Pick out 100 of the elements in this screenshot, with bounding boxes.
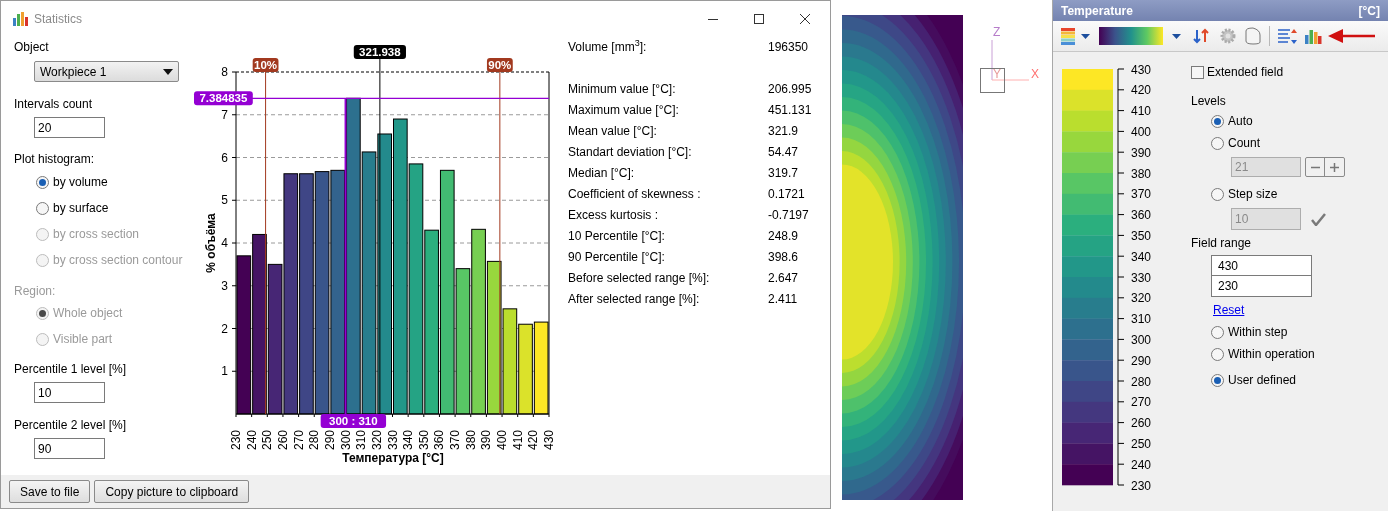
axis-tick-label: 1 — [221, 364, 228, 379]
axis-tick-label: 390 — [479, 430, 494, 451]
value-badge: 321.938 — [353, 45, 406, 59]
gear-icon[interactable] — [1219, 27, 1237, 45]
axis-tick-label: 6 — [221, 150, 228, 165]
stat-label: Mean value [°C]: — [568, 122, 658, 140]
stat-value: -0.7197 — [768, 206, 809, 224]
field-label: Intervals count — [14, 96, 94, 113]
axis-tick-label: 350 — [416, 430, 431, 451]
scale-label: 280 — [1131, 374, 1152, 389]
radio-button[interactable]: Within step — [1211, 321, 1288, 343]
axis-tick-label: 330 — [385, 430, 400, 451]
axis-tick-label: 280 — [307, 430, 322, 451]
scale-label: 340 — [1131, 249, 1152, 264]
stat-value: 248.9 — [768, 227, 799, 245]
scale-label: 410 — [1131, 104, 1152, 119]
caret-icon[interactable] — [1081, 33, 1090, 39]
field-label: Percentile 2 level [%] — [14, 417, 128, 434]
scale-label: 320 — [1131, 291, 1152, 306]
radio-circle[interactable] — [1211, 373, 1224, 387]
shape-icon[interactable] — [1245, 27, 1261, 45]
scale-label: 310 — [1131, 312, 1152, 327]
axis-tick-label: 4 — [221, 236, 228, 250]
value-badge: 7.384835 — [194, 91, 253, 106]
stat-value: 2.411 — [768, 290, 798, 308]
axis-tick-label: 3 — [221, 278, 228, 293]
colormap-swatch[interactable] — [1099, 27, 1163, 45]
stat-label: Coefficient of skewness : — [568, 185, 702, 203]
scale-label: 390 — [1131, 145, 1152, 160]
input-field[interactable]: 90 — [34, 438, 105, 459]
input-field[interactable]: 20 — [34, 117, 105, 138]
ref-line-label: 7.384835 — [199, 92, 248, 105]
axis-tick-label: 260 — [275, 430, 290, 451]
button[interactable]: Copy picture to clipboard — [94, 480, 250, 503]
radio-button[interactable]: Count — [1211, 132, 1261, 154]
field-label: Plot histogram: — [14, 151, 96, 168]
checkbox[interactable]: Extended field — [1191, 62, 1284, 82]
axis-title: % объёма — [204, 213, 218, 273]
value-badge: 90% — [486, 58, 513, 72]
radio-circle[interactable] — [36, 175, 49, 189]
stat-label: After selected range [%]: — [568, 290, 701, 308]
stat-value: 319.7 — [768, 164, 799, 182]
color-bands-icon[interactable] — [1061, 27, 1075, 45]
bar-chart-icon[interactable] — [1305, 28, 1322, 44]
axis-tick-label: 360 — [432, 430, 447, 451]
caret-icon — [163, 68, 173, 75]
radio-circle[interactable] — [1211, 114, 1224, 128]
stat-value: 321.9 — [768, 122, 799, 140]
scale-label: 270 — [1131, 395, 1152, 410]
axis-tick-label: 400 — [495, 430, 510, 451]
stat-label: Standart deviation [°C]: — [568, 143, 693, 161]
stat-value: 2.647 — [768, 269, 799, 287]
axis-tick-label: 300 — [338, 430, 353, 451]
axis-tick-label: 2 — [221, 321, 228, 336]
scale-label: 240 — [1131, 457, 1152, 472]
panel-title: Temperature — [1061, 2, 1133, 20]
field-label: Object — [14, 39, 50, 56]
scale-label: 300 — [1131, 332, 1152, 347]
reset-link[interactable]: Reset — [1213, 300, 1245, 320]
stat-value: 451.131 — [768, 101, 812, 119]
scale-label: 360 — [1131, 208, 1152, 223]
maximize-icon — [754, 13, 764, 24]
caret-icon[interactable] — [1172, 33, 1181, 39]
stat-label: Before selected range [%]: — [568, 269, 711, 287]
input-field[interactable]: 430 — [1211, 255, 1312, 276]
scale-label: 350 — [1131, 228, 1152, 243]
axis-tick-label: 320 — [369, 430, 384, 451]
input-field[interactable]: 10 — [34, 382, 105, 403]
value-badge: 10% — [252, 58, 279, 72]
value-badge: 300 : 310 — [320, 414, 387, 428]
section-label: Field range — [1191, 235, 1253, 252]
scale-label: 250 — [1131, 436, 1152, 451]
axis-tick-label: 420 — [526, 430, 541, 451]
section-label: Levels — [1191, 93, 1227, 110]
radio-button[interactable]: Auto — [1211, 110, 1253, 132]
levels-list-icon[interactable] — [1278, 27, 1297, 45]
radio-button[interactable]: by volume — [36, 169, 108, 195]
stat-label: Median [°C]: — [568, 164, 636, 182]
stat-label: Volume [mm$^{3}$]: — [568, 37, 648, 56]
stat-value: 398.6 — [768, 248, 799, 266]
axis-label: Z — [993, 25, 1001, 39]
scale-label: 230 — [1131, 478, 1152, 493]
radio-button[interactable]: Step size — [1211, 183, 1278, 205]
unit-label: [°C] — [1358, 2, 1380, 20]
bar-chart-icon — [13, 11, 28, 26]
axis-tick-label: 230 — [229, 430, 243, 451]
axis-tick-label: 8 — [221, 65, 228, 79]
radio-button[interactable]: User defined — [1211, 369, 1297, 391]
axis-tick-label: 240 — [244, 430, 259, 451]
dropdown[interactable]: Workpiece 1 — [34, 61, 179, 82]
axis-tick-label: 430 — [542, 430, 556, 451]
checkmark-icon[interactable] — [1311, 212, 1326, 226]
scale-label: 430 — [1131, 62, 1152, 77]
radio-button[interactable]: Within operation — [1211, 343, 1315, 365]
stat-value: 206.995 — [768, 80, 812, 98]
swap-arrows-icon[interactable] — [1193, 28, 1209, 44]
axis-label: Y — [993, 67, 1001, 81]
input-field[interactable]: 230 — [1211, 276, 1312, 297]
radio-button[interactable]: by surface — [36, 195, 109, 221]
button[interactable]: Save to file — [9, 480, 91, 503]
